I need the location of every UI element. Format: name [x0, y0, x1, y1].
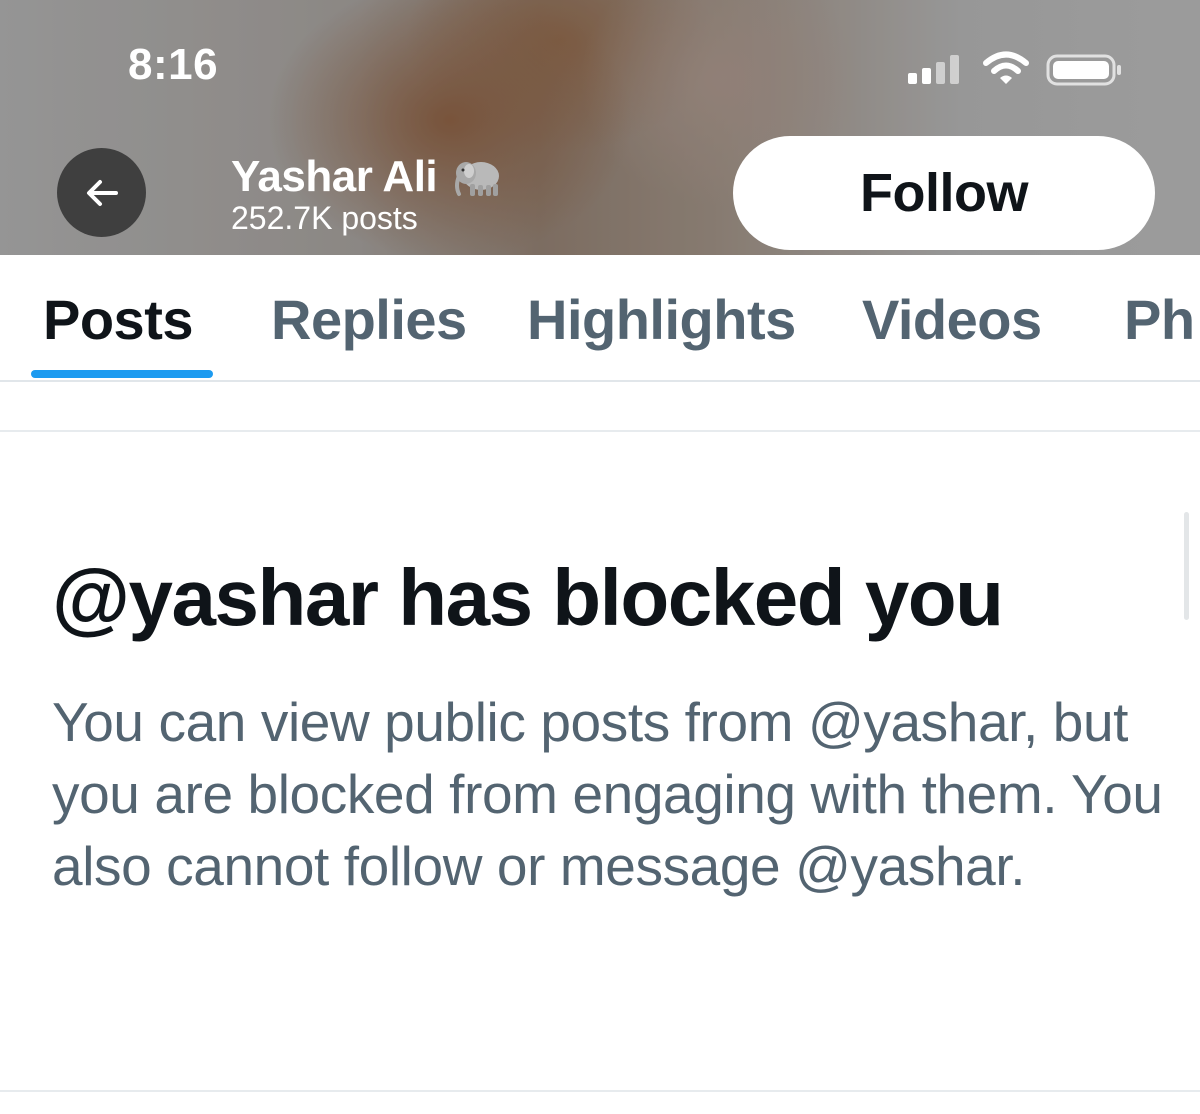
tab-replies[interactable]: Replies	[271, 287, 467, 352]
active-tab-indicator	[31, 370, 213, 378]
wifi-icon	[983, 51, 1029, 84]
follow-button[interactable]: Follow	[733, 136, 1155, 250]
profile-screen: 8:16 Yashar Ali 252.7K posts Follow Post…	[0, 0, 1200, 1114]
back-button[interactable]	[57, 148, 146, 237]
profile-name-row: Yashar Ali	[231, 152, 505, 202]
tab-videos[interactable]: Videos	[862, 287, 1042, 352]
scrollbar[interactable]	[1184, 512, 1189, 620]
battery-icon	[1046, 54, 1121, 86]
blocked-title: @yashar has blocked you	[52, 553, 1004, 642]
status-bar-time: 8:16	[128, 40, 219, 89]
elephant-icon	[455, 162, 500, 196]
profile-tabs: Posts Replies Highlights Videos Ph	[0, 255, 1200, 382]
post-count: 252.7K posts	[231, 200, 418, 236]
tab-posts[interactable]: Posts	[43, 287, 194, 352]
profile-name: Yashar Ali	[231, 152, 438, 201]
divider	[0, 1090, 1200, 1092]
tab-highlights[interactable]: Highlights	[527, 287, 796, 352]
arrow-left-icon	[86, 179, 118, 206]
divider	[0, 430, 1200, 432]
tab-photos[interactable]: Ph	[1124, 287, 1195, 352]
blocked-message: You can view public posts from @yashar, …	[52, 691, 1163, 897]
status-bar-icons	[908, 50, 1128, 90]
